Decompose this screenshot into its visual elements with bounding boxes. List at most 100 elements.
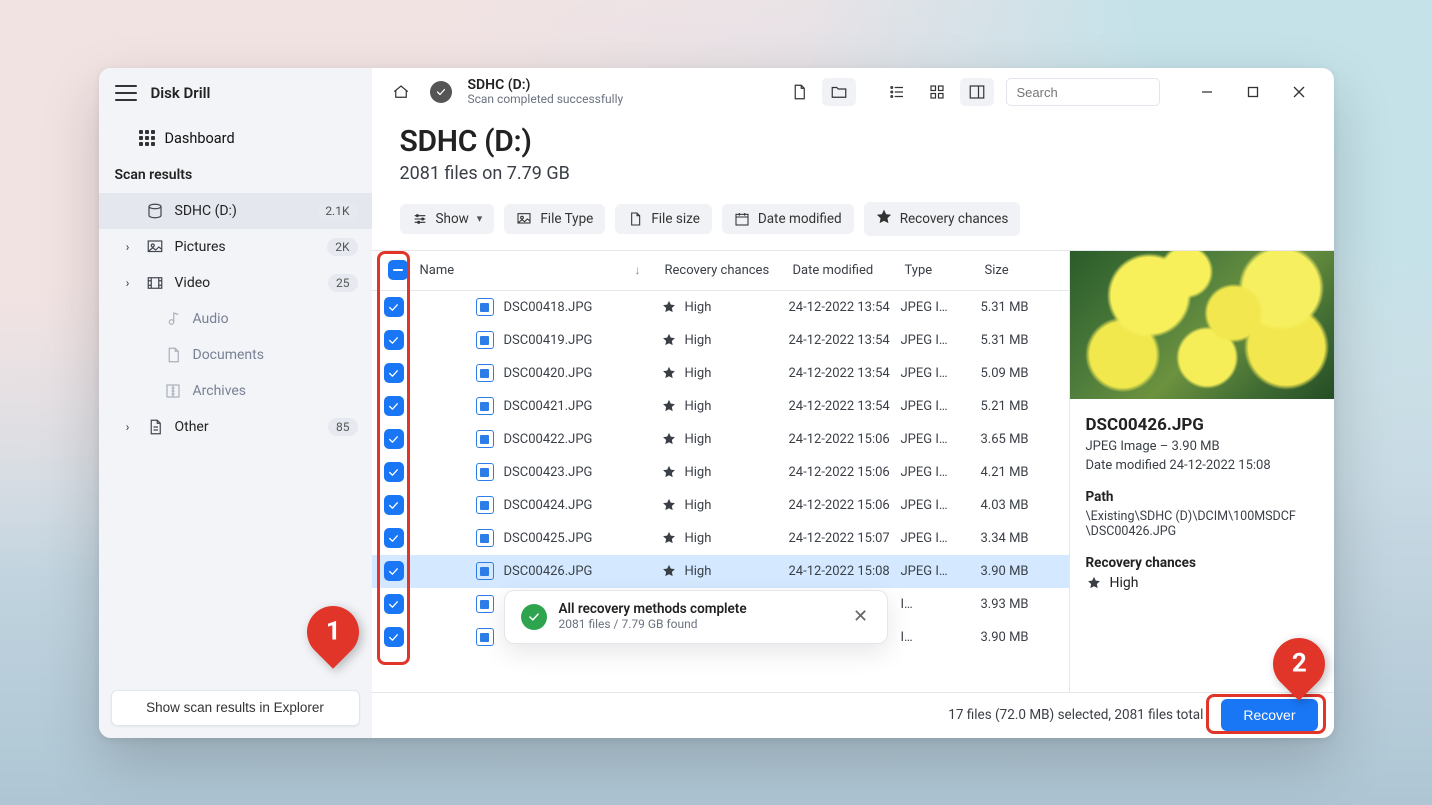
chevron-right-icon: › <box>121 240 135 254</box>
star-icon <box>661 299 677 315</box>
close-button[interactable] <box>1280 78 1318 106</box>
row-checkbox[interactable] <box>384 330 404 350</box>
recovery-value: High <box>685 432 712 447</box>
sidebar-item-audio[interactable]: ›Audio <box>99 301 372 337</box>
star-icon <box>1086 575 1102 591</box>
row-checkbox[interactable] <box>384 495 404 515</box>
sidebar-item-other[interactable]: › Other 85 <box>99 409 372 445</box>
sidebar-dashboard[interactable]: Dashboard <box>99 118 372 159</box>
table-row[interactable]: DSC00423.JPGHigh24-12-2022 15:06JPEG I…4… <box>372 456 1069 489</box>
search-input[interactable] <box>1015 84 1195 101</box>
split-view-icon[interactable] <box>960 78 994 106</box>
row-checkbox[interactable] <box>384 594 404 614</box>
sidebar-item-pictures[interactable]: ›Pictures2K <box>99 229 372 265</box>
size-value: 3.93 MB <box>981 597 1061 612</box>
col-size[interactable]: Size <box>981 263 1061 278</box>
table-row[interactable]: DSC00424.JPGHigh24-12-2022 15:06JPEG I…4… <box>372 489 1069 522</box>
search-box[interactable] <box>1006 78 1160 106</box>
chevron-right-icon: › <box>121 420 135 434</box>
row-checkbox[interactable] <box>384 297 404 317</box>
recovery-value: High <box>685 564 712 579</box>
row-checkbox[interactable] <box>384 561 404 581</box>
file-icon <box>476 430 494 448</box>
toast-title: All recovery methods complete <box>559 601 747 617</box>
table-row[interactable]: DSC00422.JPGHigh24-12-2022 15:06JPEG I…3… <box>372 423 1069 456</box>
sidebar-item-archives[interactable]: ›Archives <box>99 373 372 409</box>
preview-path: \Existing\SDHC (D)\DCIM\100MSDCF \DSC004… <box>1086 509 1318 539</box>
home-icon[interactable] <box>388 79 414 105</box>
toast-recovery-complete: All recovery methods complete 2081 files… <box>504 590 888 644</box>
dashboard-label: Dashboard <box>165 130 235 147</box>
sidebar-item-video[interactable]: ›Video25 <box>99 265 372 301</box>
table-row[interactable]: DSC00421.JPGHigh24-12-2022 13:54JPEG I…5… <box>372 390 1069 423</box>
toast-close-icon[interactable]: ✕ <box>847 606 875 627</box>
grid-view-icon[interactable] <box>920 78 954 106</box>
video-icon <box>145 274 165 292</box>
sidebar-item-badge: 2.1K <box>317 202 357 220</box>
preview-panel: DSC00426.JPG JPEG Image – 3.90 MB Date m… <box>1069 251 1334 692</box>
preview-details: DSC00426.JPG JPEG Image – 3.90 MB Date m… <box>1070 399 1334 603</box>
topbar: SDHC (D:) Scan completed successfully <box>372 68 1334 118</box>
file-icon <box>476 463 494 481</box>
row-checkbox[interactable] <box>384 627 404 647</box>
documents-icon <box>163 346 183 364</box>
row-checkbox[interactable] <box>384 396 404 416</box>
maximize-button[interactable] <box>1234 78 1272 106</box>
window-controls <box>1188 78 1318 106</box>
sidebar-item-sdhc-d-[interactable]: ›SDHC (D:)2.1K <box>99 193 372 229</box>
select-all-checkbox[interactable] <box>388 260 408 280</box>
star-icon <box>661 332 677 348</box>
type-value: JPEG I… <box>901 333 981 348</box>
preview-title: DSC00426.JPG <box>1086 415 1318 435</box>
row-checkbox[interactable] <box>384 462 404 482</box>
page-heading: SDHC (D:) 2081 files on 7.79 GB <box>372 118 1334 188</box>
table-row[interactable]: DSC00418.JPGHigh24-12-2022 13:54JPEG I…5… <box>372 291 1069 324</box>
preview-recovery-label: Recovery chances <box>1086 555 1318 571</box>
table-row[interactable]: DSC00419.JPGHigh24-12-2022 13:54JPEG I…5… <box>372 324 1069 357</box>
star-icon <box>661 431 677 447</box>
table-row[interactable]: DSC00426.JPGHigh24-12-2022 15:08JPEG I…3… <box>372 555 1069 588</box>
pictures-icon <box>145 238 165 256</box>
sidebar-list: ›SDHC (D:)2.1K›Pictures2K›Video25›Audio›… <box>99 193 372 445</box>
chip-file-type[interactable]: File Type <box>504 204 605 234</box>
folder-icon[interactable] <box>822 78 856 106</box>
col-date[interactable]: Date modified <box>789 263 901 278</box>
row-checkbox[interactable] <box>384 363 404 383</box>
recover-button[interactable]: Recover <box>1221 699 1317 731</box>
file-name: DSC00423.JPG <box>504 465 593 480</box>
star-icon <box>661 497 677 513</box>
col-name[interactable]: Name↓ <box>416 263 661 278</box>
table-row[interactable]: DSC00425.JPGHigh24-12-2022 15:07JPEG I…3… <box>372 522 1069 555</box>
minimize-button[interactable] <box>1188 78 1226 106</box>
sidebar-item-badge: 85 <box>328 418 358 436</box>
sidebar-item-label: Audio <box>193 311 358 327</box>
table-row[interactable]: DSC00420.JPGHigh24-12-2022 13:54JPEG I…5… <box>372 357 1069 390</box>
show-in-explorer-button[interactable]: Show scan results in Explorer <box>111 690 360 726</box>
disk-icon <box>145 202 165 220</box>
other-icon <box>145 418 165 436</box>
file-icon <box>476 496 494 514</box>
chip-date-modified[interactable]: Date modified <box>722 204 854 234</box>
list-view-icon[interactable] <box>880 78 914 106</box>
date-value: 24-12-2022 13:54 <box>789 366 901 381</box>
menu-icon[interactable] <box>115 85 137 101</box>
chip-file-size[interactable]: File size <box>615 204 712 234</box>
row-checkbox[interactable] <box>384 528 404 548</box>
col-recovery[interactable]: Recovery chances <box>661 263 789 278</box>
sidebar-item-label: Archives <box>193 383 358 399</box>
chip-show[interactable]: Show ▾ <box>400 204 495 234</box>
file-icon <box>476 298 494 316</box>
row-checkbox[interactable] <box>384 429 404 449</box>
file-icon[interactable] <box>782 78 816 106</box>
sidebar-item-label: Other <box>175 419 319 435</box>
col-type[interactable]: Type <box>901 263 981 278</box>
chip-recovery-chances[interactable]: Recovery chances <box>864 202 1021 236</box>
date-value: 24-12-2022 15:06 <box>789 498 901 513</box>
type-value: JPEG I… <box>901 399 981 414</box>
page-subtitle: 2081 files on 7.79 GB <box>400 163 1306 184</box>
dashboard-icon <box>139 130 155 146</box>
app-window: Disk Drill Dashboard Scan results ›SDHC … <box>99 68 1334 738</box>
page-title: SDHC (D:) <box>400 124 1306 159</box>
sidebar-item-documents[interactable]: ›Documents <box>99 337 372 373</box>
file-icon <box>476 331 494 349</box>
